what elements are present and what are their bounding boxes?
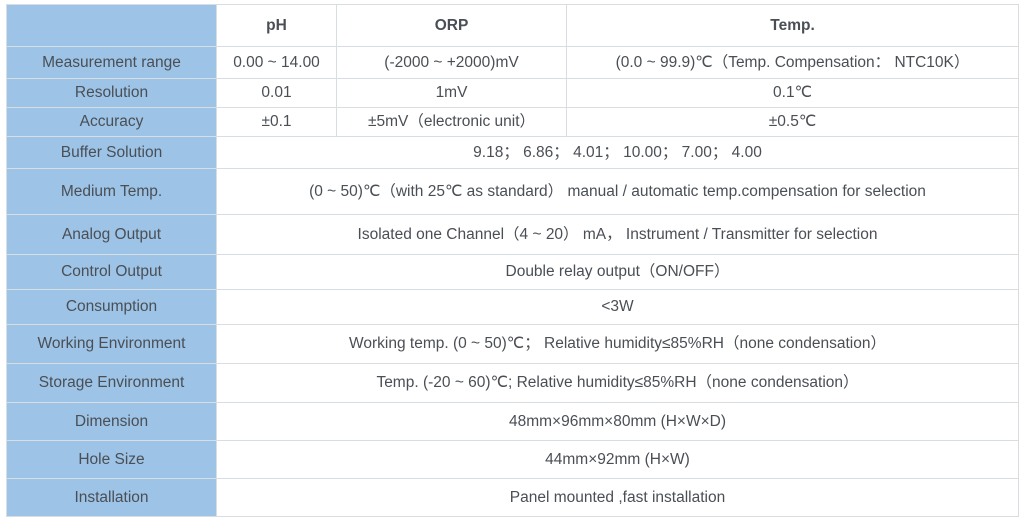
table-row: Hole Size 44mm×92mm (H×W) [6, 440, 1019, 479]
cell-accuracy-temp: ±0.5℃ [566, 107, 1019, 137]
row-label-control-output: Control Output [6, 254, 217, 290]
row-label-storage-environment: Storage Environment [6, 363, 217, 403]
table-row: Analog Output Isolated one Channel（4 ~ 2… [6, 214, 1019, 255]
row-label-working-environment: Working Environment [6, 324, 217, 364]
row-label-accuracy: Accuracy [6, 107, 217, 137]
corner-cell [6, 4, 217, 47]
column-header-ph: pH [216, 4, 337, 47]
table-row: Installation Panel mounted ,fast install… [6, 478, 1019, 517]
row-label-buffer-solution: Buffer Solution [6, 136, 217, 169]
table-row: Control Output Double relay output（ON/OF… [6, 254, 1019, 290]
cell-medium-temp-value: (0 ~ 50)℃（with 25℃ as standard） manual /… [216, 168, 1019, 215]
row-label-medium-temp: Medium Temp. [6, 168, 217, 215]
cell-dimension-value: 48mm×96mm×80mm (H×W×D) [216, 402, 1019, 441]
row-label-consumption: Consumption [6, 289, 217, 325]
cell-hole-size-value: 44mm×92mm (H×W) [216, 440, 1019, 479]
cell-measurement-range-temp: (0.0 ~ 99.9)℃（Temp. Compensation： NTC10K… [566, 46, 1019, 79]
table-row: Working Environment Working temp. (0 ~ 5… [6, 324, 1019, 364]
row-label-analog-output: Analog Output [6, 214, 217, 255]
cell-analog-output-value: Isolated one Channel（4 ~ 20） mA， Instrum… [216, 214, 1019, 255]
cell-measurement-range-ph: 0.00 ~ 14.00 [216, 46, 337, 79]
table-row: Accuracy ±0.1 ±5mV（electronic unit） ±0.5… [6, 107, 1019, 137]
cell-storage-environment-value: Temp. (-20 ~ 60)℃; Relative humidity≤85%… [216, 363, 1019, 403]
specification-table: pH ORP Temp. Measurement range 0.00 ~ 14… [6, 4, 1019, 517]
row-label-installation: Installation [6, 478, 217, 517]
column-header-temp: Temp. [566, 4, 1019, 47]
table-row: Dimension 48mm×96mm×80mm (H×W×D) [6, 402, 1019, 441]
table-row: Medium Temp. (0 ~ 50)℃（with 25℃ as stand… [6, 168, 1019, 215]
table-row: Resolution 0.01 1mV 0.1℃ [6, 78, 1019, 108]
cell-resolution-orp: 1mV [336, 78, 567, 108]
table-row: Consumption <3W [6, 289, 1019, 325]
table-row: Storage Environment Temp. (-20 ~ 60)℃; R… [6, 363, 1019, 403]
cell-working-environment-value: Working temp. (0 ~ 50)℃； Relative humidi… [216, 324, 1019, 364]
row-label-hole-size: Hole Size [6, 440, 217, 479]
table-header-row: pH ORP Temp. [6, 4, 1019, 47]
specification-table-container: pH ORP Temp. Measurement range 0.00 ~ 14… [0, 0, 1024, 517]
row-label-dimension: Dimension [6, 402, 217, 441]
table-body: pH ORP Temp. Measurement range 0.00 ~ 14… [6, 4, 1019, 517]
cell-resolution-temp: 0.1℃ [566, 78, 1019, 108]
cell-consumption-value: <3W [216, 289, 1019, 325]
row-label-measurement-range: Measurement range [6, 46, 217, 79]
cell-control-output-value: Double relay output（ON/OFF） [216, 254, 1019, 290]
cell-accuracy-ph: ±0.1 [216, 107, 337, 137]
cell-measurement-range-orp: (-2000 ~ +2000)mV [336, 46, 567, 79]
column-header-orp: ORP [336, 4, 567, 47]
cell-installation-value: Panel mounted ,fast installation [216, 478, 1019, 517]
cell-buffer-solution-value: 9.18； 6.86； 4.01； 10.00； 7.00； 4.00 [216, 136, 1019, 169]
cell-accuracy-orp: ±5mV（electronic unit） [336, 107, 567, 137]
cell-resolution-ph: 0.01 [216, 78, 337, 108]
row-label-resolution: Resolution [6, 78, 217, 108]
table-row: Measurement range 0.00 ~ 14.00 (-2000 ~ … [6, 46, 1019, 79]
table-row: Buffer Solution 9.18； 6.86； 4.01； 10.00；… [6, 136, 1019, 169]
